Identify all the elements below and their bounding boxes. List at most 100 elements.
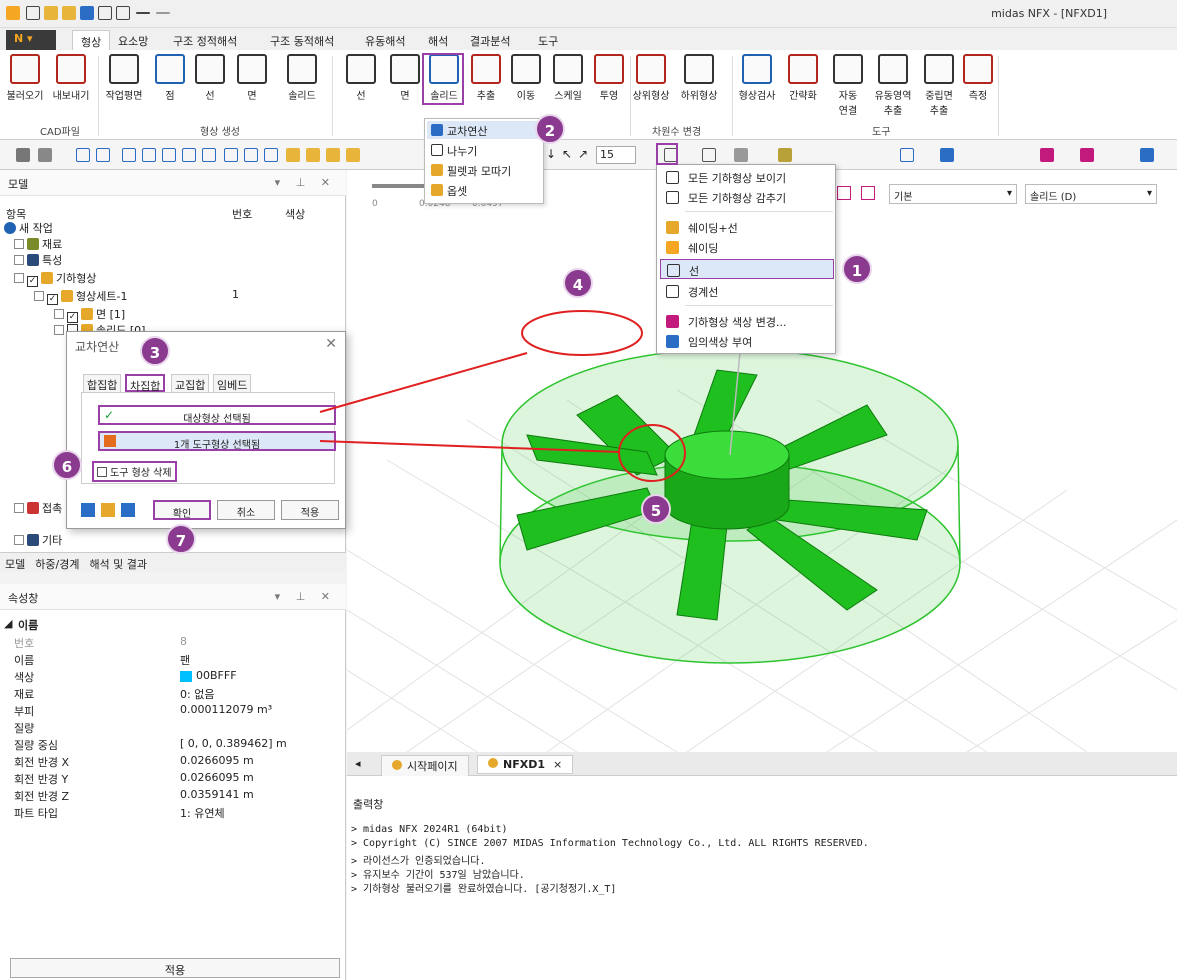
property-row[interactable]: 파트 타입 1: 유연체 [0, 804, 346, 821]
coord-icon[interactable] [940, 148, 954, 162]
redo-icon[interactable] [156, 12, 170, 14]
collapse-icon[interactable] [14, 273, 24, 283]
menu-item-boundary[interactable]: 경계선 [660, 281, 834, 301]
rotate-icon[interactable] [162, 148, 176, 162]
tab-embed[interactable]: 임베드 [213, 374, 252, 392]
view-front-icon[interactable] [286, 148, 300, 162]
menu-item-change-color[interactable]: 기하형상 색상 변경... [660, 311, 834, 331]
target-shape-field[interactable]: ✓ 대상형상 선택됨 [98, 405, 336, 425]
render-mode-select[interactable]: 솔리드 (D) ▾ [1025, 184, 1157, 204]
property-row[interactable]: 번호 8 [0, 634, 346, 651]
close-tab-icon[interactable]: × [553, 758, 562, 771]
line-button[interactable]: 선 [190, 54, 230, 102]
property-apply-button[interactable]: 적용 [10, 958, 340, 978]
view-style-icon[interactable] [861, 186, 875, 200]
zoom-window-icon[interactable] [122, 148, 136, 162]
menu-item-shade-line[interactable]: 쉐이딩+선 [660, 217, 834, 237]
property-row[interactable]: 색상 00BFFF [0, 668, 346, 685]
measure-button[interactable]: 측정 [962, 54, 994, 102]
project-button[interactable]: 투영 [590, 54, 628, 102]
hide-icon[interactable] [778, 148, 792, 162]
tab-geometry[interactable]: 형상 [72, 30, 111, 50]
lower-shape-button[interactable]: 하위형상 [676, 54, 722, 102]
view-filter-icon[interactable] [837, 186, 851, 200]
zoom-icon[interactable] [76, 148, 90, 162]
point-button[interactable]: 점 [150, 54, 190, 102]
tab-start-page[interactable]: 시작페이지 [381, 755, 469, 777]
menu-item-fillet[interactable]: 필렛과 모따기 [427, 161, 541, 179]
save-icon[interactable] [80, 6, 94, 20]
copy-icon[interactable] [98, 6, 112, 20]
menu-item-hide-all[interactable]: 모든 기하형상 감추기 [660, 187, 834, 207]
view-right-icon[interactable] [346, 148, 360, 162]
view-back-icon[interactable] [306, 148, 320, 162]
help-icon[interactable] [81, 503, 95, 517]
tree-item-face[interactable]: ✓ 면 [1] [54, 306, 125, 323]
edit-solid-button[interactable]: 솔리드 [424, 54, 464, 102]
checkbox-box[interactable] [97, 467, 107, 477]
menu-item-boolean[interactable]: 교차연산 [427, 121, 541, 139]
tab-subtract[interactable]: 차집합 [125, 374, 166, 393]
orbit-icon[interactable] [182, 148, 196, 162]
color-swatch[interactable] [180, 671, 192, 682]
expand-icon[interactable] [14, 255, 24, 265]
tab-analysis-results[interactable]: 해석 및 결과 [84, 553, 152, 575]
menu-item-random-color[interactable]: 임의색상 부여 [660, 331, 834, 351]
tab-nfxd1[interactable]: NFXD1 × [477, 755, 574, 774]
property-row[interactable]: 회전 반경 Y 0.0266095 m [0, 770, 346, 787]
tree-item-shape-set[interactable]: ✓ 형상세트-1 [34, 288, 127, 305]
undo-icon[interactable] [136, 12, 150, 14]
tab-tools[interactable]: 도구 [530, 30, 566, 50]
arrow-upleft-icon[interactable]: ↖ [562, 147, 572, 161]
tab-union[interactable]: 합집합 [83, 374, 122, 392]
visible-checkbox[interactable]: ✓ [47, 294, 58, 305]
panel-controls-icon[interactable]: ▾ ⊥ ✕ [275, 176, 336, 189]
grid-view-icon[interactable] [224, 148, 238, 162]
tool-shape-field[interactable]: 1개 도구형상 선택됨 [98, 431, 336, 451]
midsurface-button[interactable]: 중립면 추출 [918, 54, 960, 117]
property-row[interactable]: 회전 반경 Z 0.0359141 m [0, 787, 346, 804]
apply-button[interactable]: 적용 [281, 500, 339, 520]
panel-controls-icon[interactable]: ▾ ⊥ ✕ [275, 590, 336, 603]
tab-load-boundary[interactable]: 하중/경계 [30, 553, 84, 575]
tab-dynamic[interactable]: 구조 동적해석 [262, 30, 342, 50]
property-row[interactable]: 질량 중심 [ 0, 0, 0.389462] m [0, 736, 346, 753]
pan-icon[interactable] [202, 148, 216, 162]
solid-button[interactable]: 솔리드 [280, 54, 324, 102]
collapse-icon[interactable] [34, 291, 44, 301]
menu-item-wireframe[interactable]: 선 [660, 259, 834, 279]
property-row[interactable]: 회전 반경 X 0.0266095 m [0, 753, 346, 770]
tree-item-etc[interactable]: 기타 [14, 532, 62, 548]
edit-line-button[interactable]: 선 [340, 54, 382, 102]
tab-mesh[interactable]: 요소망 [110, 30, 156, 50]
open-recent-icon[interactable] [62, 6, 76, 20]
display-mode-3-icon[interactable] [734, 148, 748, 162]
new-file-icon[interactable] [26, 6, 40, 20]
tab-scroll-left-icon[interactable]: ◂ [355, 757, 361, 770]
tree-item-contact[interactable]: 접촉 [14, 500, 62, 516]
tree-item-property[interactable]: 특성 [14, 252, 62, 268]
ok-button[interactable]: 확인 [153, 500, 211, 520]
collapse-icon[interactable] [54, 325, 64, 335]
open-folder-icon[interactable] [44, 6, 58, 20]
property-row[interactable]: 재료 0: 없음 [0, 685, 346, 702]
menu-item-split[interactable]: 나누기 [427, 141, 541, 159]
view-left-icon[interactable] [326, 148, 340, 162]
export-button[interactable]: 내보내기 [48, 54, 94, 102]
property-row[interactable]: 질량 [0, 719, 346, 736]
display-mode-2-icon[interactable] [702, 148, 716, 162]
view-preset-select[interactable]: 기본 ▾ [889, 184, 1017, 204]
tree-item-new-work[interactable]: 새 작업 [4, 220, 53, 236]
expand-icon[interactable] [14, 535, 24, 545]
menu-item-show-all[interactable]: 모든 기하형상 보이기 [660, 167, 834, 187]
visible-checkbox[interactable]: ✓ [27, 276, 38, 287]
tab-model[interactable]: 모델 [0, 553, 30, 575]
tree-item-geometry[interactable]: ✓ 기하형상 [14, 270, 96, 287]
color-icon[interactable] [1040, 148, 1054, 162]
property-row[interactable]: 이름 팬 [0, 651, 346, 668]
zoom-out-icon[interactable] [142, 148, 156, 162]
axis-view-icon[interactable] [244, 148, 258, 162]
scale-button[interactable]: 스케일 [546, 54, 590, 102]
lock-icon[interactable] [38, 148, 52, 162]
display-mode-icon[interactable] [664, 148, 678, 162]
